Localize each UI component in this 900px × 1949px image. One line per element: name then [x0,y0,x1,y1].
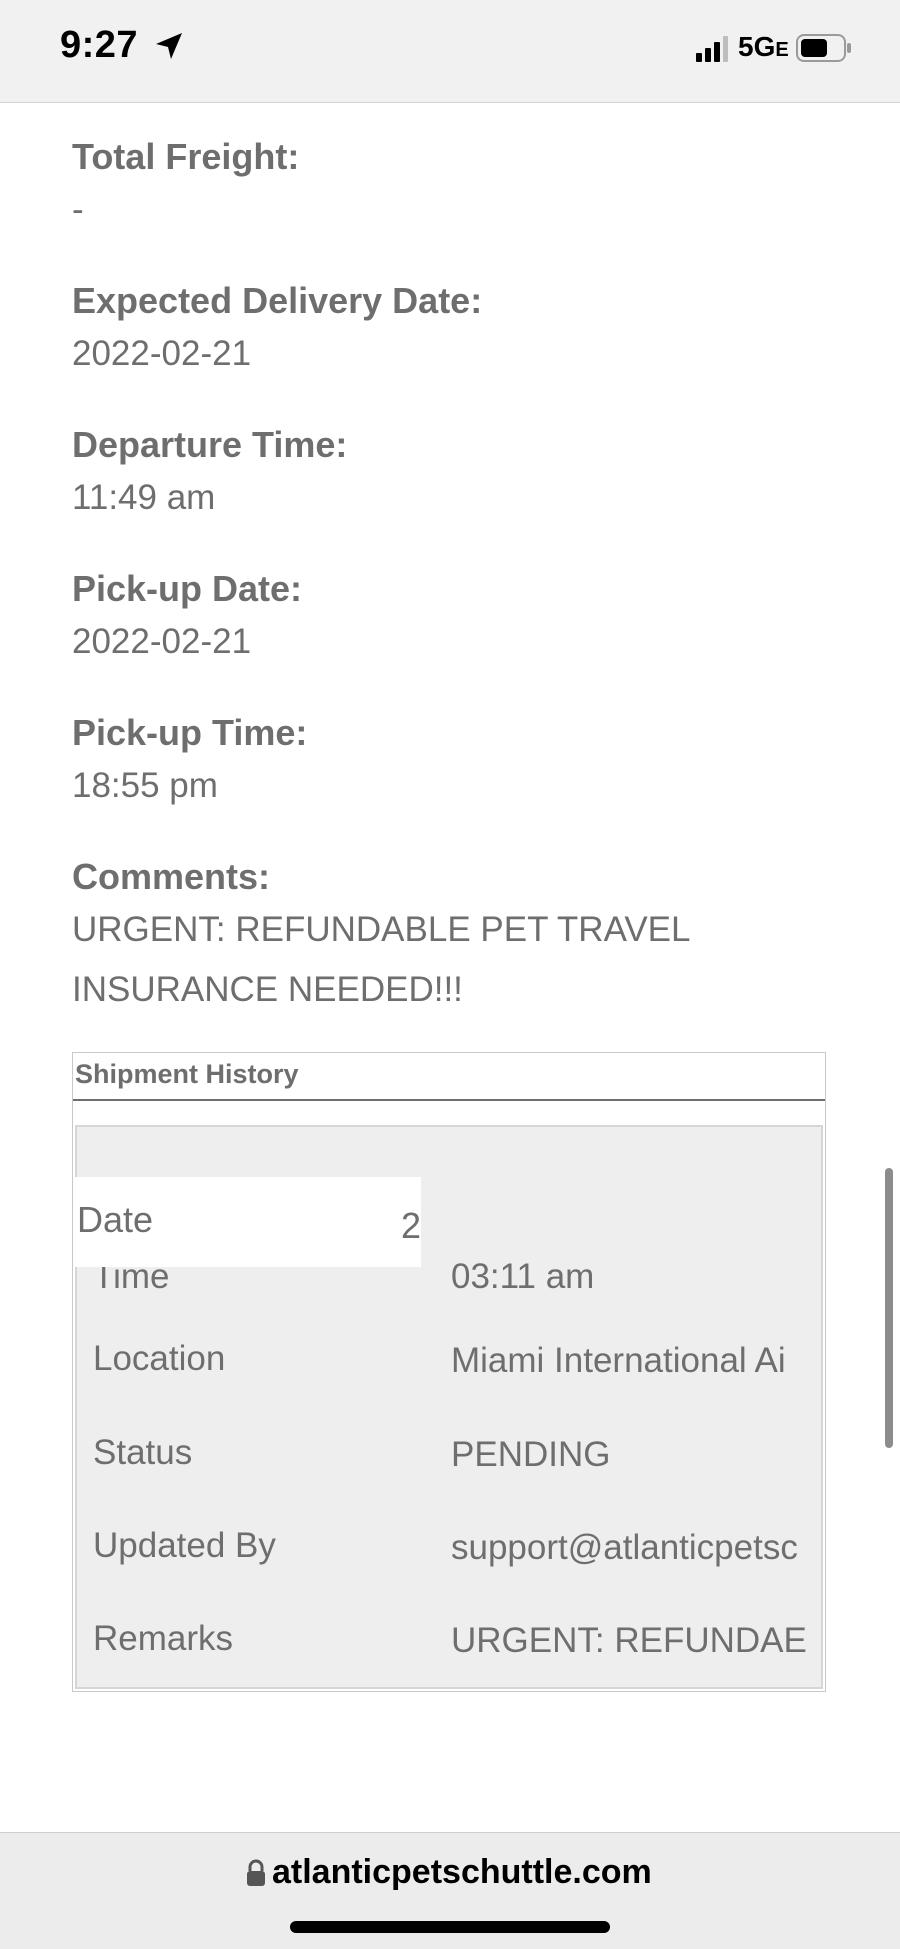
lock-icon [247,1859,265,1886]
shipment-history-title: Shipment History [75,1059,299,1089]
total-freight-label: Total Freight: [72,136,300,177]
comments-field: Comments: URGENT: REFUNDABLE PET TRAVEL … [72,854,792,1020]
table-row: Remarks URGENT: REFUNDAE [77,1607,821,1667]
departure-time-field: Departure Time: 11:49 am [72,422,347,528]
row-value-remarks: URGENT: REFUNDAE [451,1621,807,1660]
expected-delivery-date-label: Expected Delivery Date: [72,280,483,321]
row-label-updated-by: Updated By [93,1526,276,1565]
row-label-remarks: Remarks [93,1619,234,1658]
expected-delivery-date-value: 2022-02-21 [72,334,252,373]
location-arrow-icon [156,33,182,59]
network-type: 5GE [738,31,789,62]
page-scrollbar[interactable] [885,1168,893,1448]
home-indicator[interactable] [290,1921,610,1933]
date-header-value: 2 [400,1205,421,1246]
total-freight-field: Total Freight: - [72,134,299,240]
pickup-date-value: 2022-02-21 [72,622,252,661]
table-row: Location Miami International Ai [77,1327,821,1387]
status-bar: 9:27 5GE [0,0,900,103]
row-value-status: PENDING [451,1435,611,1474]
pickup-date-label: Pick-up Date: [72,568,303,609]
row-value-location: Miami International Ai [451,1341,786,1380]
date-header-label: Date [77,1199,154,1240]
shipment-history-divider [73,1099,825,1101]
battery-icon [796,34,851,62]
pickup-time-value: 18:55 pm [72,766,218,805]
pickup-time-field: Pick-up Time: 18:55 pm [72,710,307,816]
pickup-time-label: Pick-up Time: [72,712,308,753]
status-time: 9:27 [60,24,139,66]
url-text[interactable]: atlanticpetschuttle.com [272,1853,652,1892]
table-row: Status PENDING [77,1421,821,1481]
row-label-location: Location [93,1339,226,1378]
shipment-history-panel: Shipment History Time 03:11 am Location … [72,1052,826,1692]
comments-value: URGENT: REFUNDABLE PET TRAVEL INSURANCE … [72,910,690,1009]
expected-delivery-date-field: Expected Delivery Date: 2022-02-21 [72,278,482,384]
sticky-date-header: Date 2 [73,1177,421,1267]
browser-url-bar[interactable]: atlanticpetschuttle.com [0,1832,900,1949]
signal-strength-icon [696,36,728,62]
comments-label: Comments: [72,856,271,897]
table-row: Updated By support@atlanticpetsc [77,1514,821,1574]
total-freight-value: - [72,190,84,229]
departure-time-value: 11:49 am [72,478,216,517]
row-label-status: Status [93,1433,193,1472]
departure-time-label: Departure Time: [72,424,348,465]
pickup-date-field: Pick-up Date: 2022-02-21 [72,566,302,672]
row-value-time: 03:11 am [451,1257,595,1296]
row-value-updated-by: support@atlanticpetsc [451,1528,798,1567]
